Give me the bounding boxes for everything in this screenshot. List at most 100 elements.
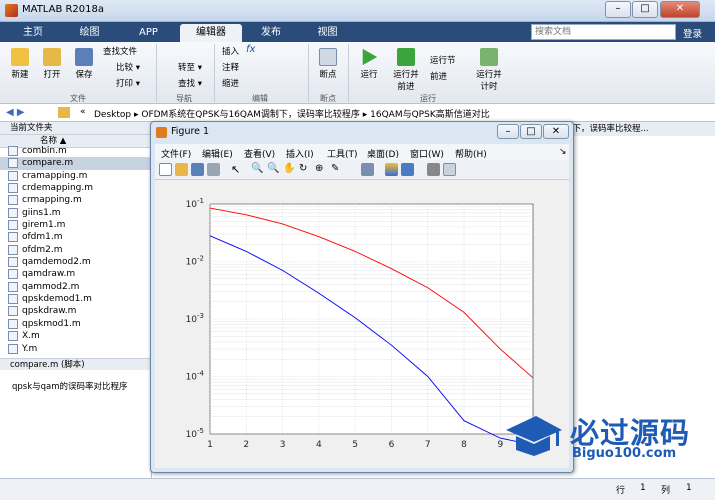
back-icon[interactable]: ◀ ▶ bbox=[6, 107, 25, 118]
dock-icon[interactable]: ↘ bbox=[559, 147, 567, 157]
open-button[interactable]: 打开 bbox=[38, 48, 66, 80]
colorbar-icon[interactable] bbox=[385, 163, 398, 176]
close-button[interactable]: ✕ bbox=[660, 1, 700, 18]
run-time-button[interactable]: 运行并计时 bbox=[474, 48, 504, 92]
figure-minimize-button[interactable]: – bbox=[497, 124, 519, 139]
compare-button[interactable]: 比较 ▾ bbox=[116, 61, 140, 73]
menu-tools[interactable]: 工具(T) bbox=[327, 147, 358, 160]
file-list-item[interactable]: qamdraw.m bbox=[0, 268, 151, 280]
file-name: qpskmod1.m bbox=[22, 318, 81, 329]
watermark: 必过源码 Biguo100.com bbox=[492, 404, 715, 472]
minimize-button[interactable]: – bbox=[605, 1, 631, 18]
file-name: X.m bbox=[22, 331, 40, 342]
file-list-item[interactable]: cramapping.m bbox=[0, 170, 151, 182]
run-advance-button[interactable]: 运行并前进 bbox=[391, 48, 421, 92]
new-label: 新建 bbox=[11, 70, 29, 80]
file-list-item[interactable]: ofdm1.m bbox=[0, 231, 151, 243]
tab-apps[interactable]: APP bbox=[121, 24, 176, 42]
menu-window[interactable]: 窗口(W) bbox=[410, 147, 444, 160]
file-list-item[interactable]: X.m bbox=[0, 330, 151, 342]
file-name: qamdraw.m bbox=[22, 269, 76, 280]
run-section-button[interactable]: 运行节 bbox=[430, 54, 456, 66]
figure-maximize-button[interactable]: □ bbox=[520, 124, 542, 139]
file-list-item[interactable]: Y.m bbox=[0, 343, 151, 355]
insert-button[interactable]: 插入 bbox=[222, 45, 239, 57]
folder-icon[interactable] bbox=[58, 107, 70, 118]
file-list-item[interactable]: qammod2.m bbox=[0, 281, 151, 293]
file-name: compare.m bbox=[22, 158, 74, 169]
address-bar[interactable]: ◀ ▶ « Desktop ▸ OFDM系统在QPSK与16QAM调制下，误码率… bbox=[0, 104, 715, 122]
tab-plots[interactable]: 绘图 bbox=[62, 24, 117, 42]
x-tick-label: 1 bbox=[207, 440, 213, 450]
open-file-icon[interactable] bbox=[175, 163, 188, 176]
run-section-label: 运行节 bbox=[430, 56, 456, 66]
file-list-item[interactable]: giins1.m bbox=[0, 207, 151, 219]
rotate-icon[interactable]: ↻ bbox=[299, 163, 312, 176]
file-name: cramapping.m bbox=[22, 170, 88, 181]
file-list-item[interactable]: girem1.m bbox=[0, 219, 151, 231]
y-tick-label: 10-1 bbox=[186, 197, 204, 210]
run-button[interactable]: 运行 bbox=[356, 48, 382, 80]
file-list-item[interactable]: qamdemod2.m bbox=[0, 256, 151, 268]
pan-icon[interactable]: ✋ bbox=[283, 163, 296, 176]
save-button[interactable]: 保存 bbox=[70, 48, 98, 80]
menu-help[interactable]: 帮助(H) bbox=[455, 147, 487, 160]
advance-button[interactable]: 前进 bbox=[430, 70, 447, 82]
save-figure-icon[interactable] bbox=[191, 163, 204, 176]
show-tools-icon[interactable] bbox=[443, 163, 456, 176]
print-figure-icon[interactable] bbox=[207, 163, 220, 176]
tab-home[interactable]: 主页 bbox=[8, 24, 58, 42]
save-label: 保存 bbox=[75, 70, 93, 80]
zoom-out-icon[interactable]: 🔍 bbox=[267, 163, 280, 176]
new-figure-icon[interactable] bbox=[159, 163, 172, 176]
menu-view[interactable]: 查看(V) bbox=[244, 147, 275, 160]
breakpoints-button[interactable]: 断点 bbox=[316, 48, 340, 80]
maximize-button[interactable]: □ bbox=[632, 1, 658, 18]
file-list-item[interactable]: qpskdemod1.m bbox=[0, 293, 151, 305]
file-list-item[interactable]: compare.m bbox=[0, 157, 151, 170]
y-tick-label: 10-2 bbox=[186, 255, 204, 268]
file-list-item[interactable]: ofdm2.m bbox=[0, 244, 151, 256]
status-col-value: 1 bbox=[686, 483, 692, 493]
editor-tab-title: 制下，误码率比较程... bbox=[560, 122, 715, 136]
brush-icon[interactable]: ✎ bbox=[331, 163, 344, 176]
file-list-item[interactable]: crdemapping.m bbox=[0, 182, 151, 194]
login-link[interactable]: 登录 bbox=[683, 26, 702, 40]
watermark-url: Biguo100.com bbox=[572, 446, 677, 461]
file-list-item[interactable]: qpskmod1.m bbox=[0, 318, 151, 330]
menu-file[interactable]: 文件(F) bbox=[161, 147, 191, 160]
indent-button[interactable]: 缩进 bbox=[222, 77, 239, 89]
zoom-in-icon[interactable]: 🔍 bbox=[251, 163, 264, 176]
link-plot-icon[interactable] bbox=[361, 163, 374, 176]
file-list-item[interactable]: combin.m bbox=[0, 145, 151, 157]
legend-icon[interactable] bbox=[401, 163, 414, 176]
tab-publish[interactable]: 发布 bbox=[246, 24, 296, 42]
find-button[interactable]: 查找 ▾ bbox=[178, 77, 202, 89]
run-advance-icon bbox=[397, 48, 415, 66]
tab-view[interactable]: 视图 bbox=[300, 24, 355, 42]
print-button[interactable]: 打印 ▾ bbox=[116, 77, 140, 89]
details-title: compare.m (脚本) bbox=[0, 358, 152, 370]
comment-button[interactable]: 注释 bbox=[222, 61, 239, 73]
window-titlebar: MATLAB R2018a – □ ✕ bbox=[0, 0, 715, 22]
x-tick-label: 6 bbox=[389, 440, 395, 450]
goto-label: 转至 bbox=[178, 63, 196, 73]
file-list-item[interactable]: qpskdraw.m bbox=[0, 305, 151, 317]
menu-insert[interactable]: 插入(I) bbox=[286, 147, 314, 160]
hide-tools-icon[interactable] bbox=[427, 163, 440, 176]
goto-button[interactable]: 转至 ▾ bbox=[178, 61, 202, 73]
tab-editor[interactable]: 编辑器 bbox=[180, 24, 242, 42]
file-name: qammod2.m bbox=[22, 281, 80, 292]
current-path[interactable]: Desktop ▸ OFDM系统在QPSK与16QAM调制下，误码率比较程序 ▸… bbox=[94, 107, 490, 120]
m-file-icon bbox=[8, 306, 18, 317]
figure-close-button[interactable]: ✕ bbox=[543, 124, 569, 139]
pointer-icon[interactable]: ↖ bbox=[231, 163, 244, 176]
search-input[interactable]: 搜索文档 bbox=[531, 24, 676, 40]
file-list-item[interactable]: crmapping.m bbox=[0, 194, 151, 206]
data-cursor-icon[interactable]: ⊕ bbox=[315, 163, 328, 176]
menu-edit[interactable]: 编辑(E) bbox=[202, 147, 233, 160]
find-files-button[interactable]: 查找文件 bbox=[103, 45, 137, 57]
menu-desktop[interactable]: 桌面(D) bbox=[367, 147, 399, 160]
function-icon[interactable]: fx bbox=[246, 44, 255, 55]
new-button[interactable]: 新建 bbox=[6, 48, 34, 80]
